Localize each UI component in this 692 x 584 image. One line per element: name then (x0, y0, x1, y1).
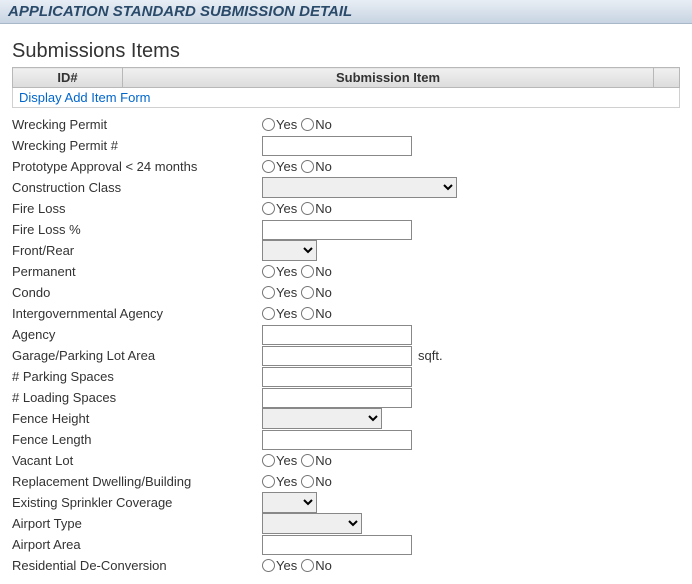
label-permanent: Permanent (12, 263, 262, 280)
label-garage-area: Garage/Parking Lot Area (12, 347, 262, 364)
radio-prototype-approval-no[interactable] (301, 160, 314, 173)
input-wrecking-permit-num[interactable] (262, 136, 412, 156)
col-header-id: ID# (13, 68, 123, 88)
row-fire-loss-pct: Fire Loss % (12, 219, 680, 240)
col-header-item: Submission Item (123, 68, 654, 88)
select-front-rear[interactable] (262, 240, 317, 261)
radio-group-vacant-lot: Yes No (262, 453, 334, 468)
row-construction-class: Construction Class (12, 177, 680, 198)
radio-fire-loss-no[interactable] (301, 202, 314, 215)
input-garage-area[interactable] (262, 346, 412, 366)
label-fence-height: Fence Height (12, 410, 262, 427)
radio-group-residential-deconv: Yes No (262, 558, 334, 573)
row-parking-spaces: # Parking Spaces (12, 366, 680, 387)
select-fence-height[interactable] (262, 408, 382, 429)
label-prototype-approval: Prototype Approval < 24 months (12, 158, 262, 175)
select-sprinkler-coverage[interactable] (262, 492, 317, 513)
label-sprinkler-coverage: Existing Sprinkler Coverage (12, 494, 262, 511)
submissions-table: ID# Submission Item Display Add Item For… (12, 67, 680, 108)
input-airport-area[interactable] (262, 535, 412, 555)
row-fence-length: Fence Length (12, 429, 680, 450)
radio-intergov-agency-no[interactable] (301, 307, 314, 320)
col-header-action (654, 68, 680, 88)
label-vacant-lot: Vacant Lot (12, 452, 262, 469)
radio-group-wrecking-permit: Yes No (262, 117, 334, 132)
label-fire-loss: Fire Loss (12, 200, 262, 217)
input-loading-spaces[interactable] (262, 388, 412, 408)
row-intergov-agency: Intergovernmental Agency Yes No (12, 303, 680, 324)
row-wrecking-permit: Wrecking Permit Yes No (12, 114, 680, 135)
radio-group-intergov-agency: Yes No (262, 306, 334, 321)
row-fence-height: Fence Height (12, 408, 680, 429)
row-airport-type: Airport Type (12, 513, 680, 534)
label-airport-type: Airport Type (12, 515, 262, 532)
input-fence-length[interactable] (262, 430, 412, 450)
row-sprinkler-coverage: Existing Sprinkler Coverage (12, 492, 680, 513)
radio-prototype-approval-yes[interactable] (262, 160, 275, 173)
radio-replacement-dwelling-yes[interactable] (262, 475, 275, 488)
row-replacement-dwelling: Replacement Dwelling/Building Yes No (12, 471, 680, 492)
label-fence-length: Fence Length (12, 431, 262, 448)
radio-vacant-lot-yes[interactable] (262, 454, 275, 467)
label-parking-spaces: # Parking Spaces (12, 368, 262, 385)
radio-group-prototype-approval: Yes No (262, 159, 334, 174)
label-front-rear: Front/Rear (12, 242, 262, 259)
input-agency[interactable] (262, 325, 412, 345)
input-fire-loss-pct[interactable] (262, 220, 412, 240)
radio-residential-deconv-yes[interactable] (262, 559, 275, 572)
row-condo: Condo Yes No (12, 282, 680, 303)
radio-residential-deconv-no[interactable] (301, 559, 314, 572)
label-loading-spaces: # Loading Spaces (12, 389, 262, 406)
label-fire-loss-pct: Fire Loss % (12, 221, 262, 238)
radio-permanent-no[interactable] (301, 265, 314, 278)
row-vacant-lot: Vacant Lot Yes No (12, 450, 680, 471)
radio-group-fire-loss: Yes No (262, 201, 334, 216)
radio-vacant-lot-no[interactable] (301, 454, 314, 467)
page-title: APPLICATION STANDARD SUBMISSION DETAIL (8, 3, 352, 20)
label-agency: Agency (12, 326, 262, 343)
label-condo: Condo (12, 284, 262, 301)
label-residential-deconv: Residential De-Conversion (12, 557, 262, 574)
row-airport-area: Airport Area (12, 534, 680, 555)
row-prototype-approval: Prototype Approval < 24 months Yes No (12, 156, 680, 177)
content-area: Submissions Items ID# Submission Item Di… (0, 24, 692, 584)
row-permanent: Permanent Yes No (12, 261, 680, 282)
row-wrecking-permit-num: Wrecking Permit # (12, 135, 680, 156)
display-add-item-link[interactable]: Display Add Item Form (19, 90, 151, 105)
table-header-row: ID# Submission Item (13, 68, 680, 88)
radio-group-replacement-dwelling: Yes No (262, 474, 334, 489)
radio-group-permanent: Yes No (262, 264, 334, 279)
row-loading-spaces: # Loading Spaces (12, 387, 680, 408)
radio-fire-loss-yes[interactable] (262, 202, 275, 215)
label-intergov-agency: Intergovernmental Agency (12, 305, 262, 322)
suffix-garage-area: sqft. (418, 348, 443, 363)
radio-replacement-dwelling-no[interactable] (301, 475, 314, 488)
radio-group-condo: Yes No (262, 285, 334, 300)
label-wrecking-permit-num: Wrecking Permit # (12, 137, 262, 154)
select-construction-class[interactable] (262, 177, 457, 198)
select-airport-type[interactable] (262, 513, 362, 534)
radio-permanent-yes[interactable] (262, 265, 275, 278)
label-construction-class: Construction Class (12, 179, 262, 196)
radio-intergov-agency-yes[interactable] (262, 307, 275, 320)
label-wrecking-permit: Wrecking Permit (12, 116, 262, 133)
row-front-rear: Front/Rear (12, 240, 680, 261)
input-parking-spaces[interactable] (262, 367, 412, 387)
radio-wrecking-permit-yes[interactable] (262, 118, 275, 131)
radio-condo-yes[interactable] (262, 286, 275, 299)
radio-condo-no[interactable] (301, 286, 314, 299)
radio-wrecking-permit-no[interactable] (301, 118, 314, 131)
row-garage-area: Garage/Parking Lot Area sqft. (12, 345, 680, 366)
row-residential-deconv: Residential De-Conversion Yes No (12, 555, 680, 576)
submissions-section-title: Submissions Items (12, 40, 680, 63)
label-replacement-dwelling: Replacement Dwelling/Building (12, 473, 262, 490)
label-airport-area: Airport Area (12, 536, 262, 553)
page-header: APPLICATION STANDARD SUBMISSION DETAIL (0, 0, 692, 24)
row-agency: Agency (12, 324, 680, 345)
row-fire-loss: Fire Loss Yes No (12, 198, 680, 219)
table-row-add: Display Add Item Form (13, 88, 680, 108)
